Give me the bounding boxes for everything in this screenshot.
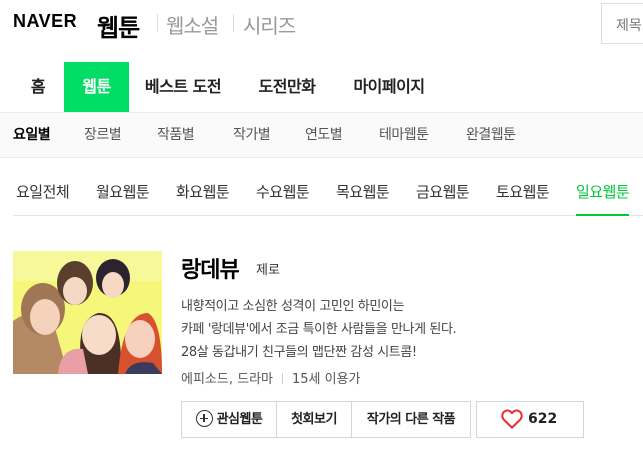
nav-best-challenge[interactable]: 베스트 도전: [131, 62, 235, 112]
top-header: NAVER 웹툰 웹소설 시리즈 제목: [0, 0, 643, 48]
nav-webtoon[interactable]: 웹툰: [64, 62, 129, 112]
tab-wednesday[interactable]: 수요웹툰: [256, 170, 310, 215]
subnav-by-author[interactable]: 작가별: [233, 113, 271, 157]
subnav-completed[interactable]: 완결웹툰: [466, 113, 516, 157]
webnovel-link[interactable]: 웹소설: [166, 10, 219, 39]
description-line: 내향적이고 소심한 성격이 고민인 하민이는: [181, 299, 405, 314]
nav-home[interactable]: 홈: [13, 62, 63, 112]
meta-divider: [282, 373, 283, 384]
nav-mypage[interactable]: 마이페이지: [337, 62, 441, 112]
subnav-by-genre[interactable]: 장르별: [84, 113, 122, 157]
favorite-label: 관심웹툰: [216, 412, 263, 427]
like-count: 622: [528, 411, 558, 427]
subnav-divider: [0, 157, 643, 158]
webtoon-title[interactable]: 랑데뷰: [181, 252, 240, 284]
tab-sunday[interactable]: 일요웹툰: [576, 170, 630, 216]
subnav-by-title[interactable]: 작품별: [157, 113, 195, 157]
like-button[interactable]: 622: [476, 401, 584, 438]
header-divider: [233, 14, 234, 32]
day-tabs-baseline: [13, 215, 643, 216]
webtoon-service-title[interactable]: 웹툰: [97, 8, 140, 43]
nav-challenge-comics[interactable]: 도전만화: [243, 62, 331, 112]
naver-logo[interactable]: NAVER: [13, 11, 77, 32]
series-link[interactable]: 시리즈: [243, 10, 296, 39]
subnav-by-day[interactable]: 요일별: [13, 113, 51, 157]
tab-all-days[interactable]: 요일전체: [16, 170, 70, 215]
plus-circle-icon: [195, 410, 213, 427]
search-input[interactable]: 제목: [601, 3, 643, 44]
action-button-group: 관심웹툰 첫회보기 작가의 다른 작품: [181, 401, 471, 438]
subnav-by-year[interactable]: 연도별: [305, 113, 343, 157]
webtoon-author[interactable]: 제로: [256, 259, 280, 278]
header-divider: [157, 14, 158, 32]
sub-nav: 요일별 장르별 작품별 작가별 연도별 테마웹툰 완결웹툰: [0, 113, 643, 157]
favorite-button[interactable]: 관심웹툰: [182, 402, 276, 437]
tab-tuesday[interactable]: 화요웹툰: [176, 170, 230, 215]
genre-text: 에피소드, 드라마: [181, 372, 273, 387]
other-works-button[interactable]: 작가의 다른 작품: [352, 402, 470, 437]
subnav-theme[interactable]: 테마웹툰: [379, 113, 429, 157]
tab-thursday[interactable]: 목요웹툰: [336, 170, 390, 215]
day-tabs: 요일전체 월요웹툰 화요웹툰 수요웹툰 목요웹툰 금요웹툰 토요웹툰 일요웹툰: [0, 170, 643, 216]
main-nav: 홈 웹툰 베스트 도전 도전만화 마이페이지: [0, 62, 643, 112]
webtoon-meta: 에피소드, 드라마 15세 이용가: [181, 368, 361, 387]
heart-icon: [501, 409, 523, 429]
description-line: 28살 동갑내기 친구들의 맵단짠 감성 시트콤!: [181, 345, 417, 360]
first-episode-button[interactable]: 첫회보기: [277, 402, 351, 437]
thumbnail-illustration: [13, 251, 162, 374]
age-rating: 15세 이용가: [292, 372, 361, 387]
webtoon-thumbnail[interactable]: [13, 251, 162, 374]
tab-monday[interactable]: 월요웹툰: [96, 170, 150, 215]
tab-friday[interactable]: 금요웹툰: [416, 170, 470, 215]
search-placeholder: 제목: [616, 18, 642, 34]
tab-saturday[interactable]: 토요웹툰: [496, 170, 550, 215]
description-line: 카페 '랑데뷰'에서 조금 특이한 사람들을 만나게 된다.: [181, 322, 457, 337]
